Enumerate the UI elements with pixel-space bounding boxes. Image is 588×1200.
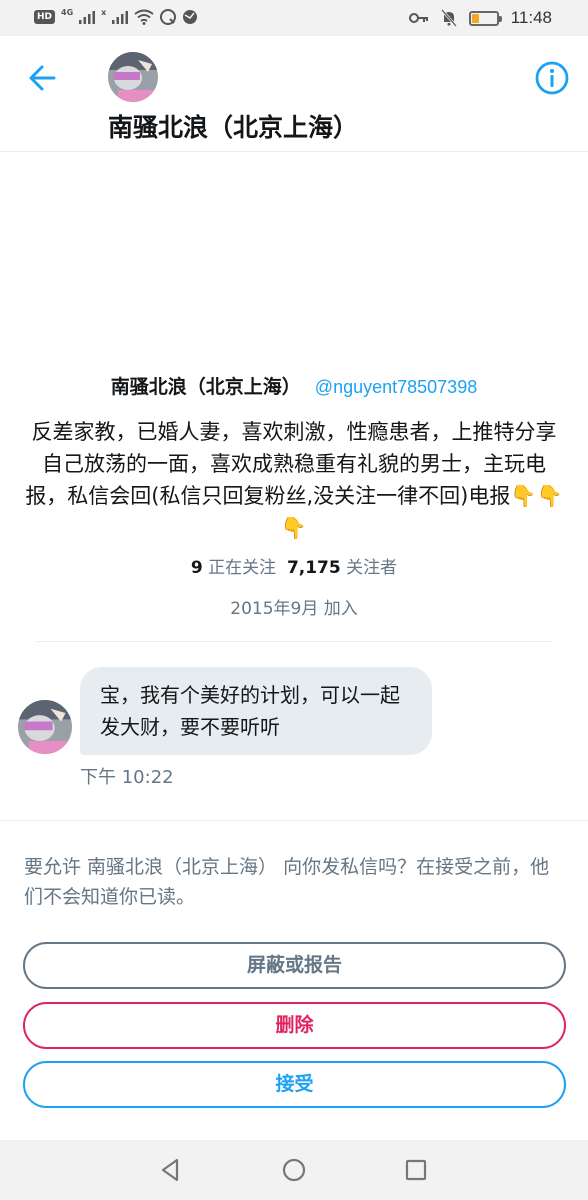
app-notification-icon	[160, 9, 177, 25]
status-right-icons: 11:48	[408, 8, 552, 28]
circle-home-icon[interactable]	[278, 1154, 310, 1186]
message-bubble[interactable]: 宝，我有个美好的计划，可以一起发大财，要不要听听	[80, 667, 432, 755]
profile-handle[interactable]: @nguyent78507398	[315, 377, 477, 397]
info-icon[interactable]	[534, 60, 570, 96]
profile-name[interactable]: 南骚北浪（北京上海）	[111, 376, 301, 398]
square-recents-icon[interactable]	[400, 1154, 432, 1186]
back-arrow-icon[interactable]	[22, 58, 62, 98]
battery-icon	[468, 10, 502, 26]
mute-bell-icon	[440, 9, 457, 27]
accept-button[interactable]: 接受	[23, 1061, 566, 1108]
signal-icon	[79, 11, 96, 24]
followers-link[interactable]: 7,175 关注者	[287, 558, 397, 578]
message-avatar[interactable]	[18, 700, 72, 754]
header-title[interactable]: 南骚北浪（北京上海）	[108, 108, 358, 144]
delete-button[interactable]: 删除	[23, 1002, 566, 1049]
clock: 11:48	[510, 8, 552, 27]
message-timestamp: 下午 10:22	[80, 767, 174, 788]
block-report-button[interactable]: 屏蔽或报告	[23, 942, 566, 989]
header-avatar[interactable]	[108, 52, 158, 102]
followers-label: 关注者	[346, 558, 398, 578]
profile-name-line: 南骚北浪（北京上海） @nguyent78507398	[0, 372, 588, 399]
following-count: 9	[190, 558, 203, 578]
divider	[36, 641, 552, 642]
network-type: 4G	[61, 8, 74, 17]
globe-icon	[183, 10, 198, 24]
battery-fill	[471, 13, 479, 23]
key-icon	[408, 13, 428, 23]
signal-icon-2	[112, 11, 129, 24]
followers-count: 7,175	[286, 558, 341, 578]
status-left-icons: HD 4G x	[34, 9, 198, 25]
wifi-icon	[134, 9, 154, 25]
triangle-back-icon[interactable]	[154, 1154, 186, 1186]
conversation-header: 南骚北浪（北京上海）	[0, 36, 588, 152]
hd-badge: HD	[34, 10, 56, 24]
request-divider	[0, 820, 588, 821]
follow-stats: 9 正在关注 7,175 关注者	[0, 553, 588, 578]
status-bar: HD 4G x 11:48	[0, 0, 588, 36]
following-link[interactable]: 9 正在关注	[191, 558, 276, 578]
following-label: 正在关注	[208, 558, 277, 578]
profile-bio: 反差家教，已婚人妻，喜欢刺激，性瘾患者，上推特分享自己放荡的一面，喜欢成熟稳重有…	[25, 420, 563, 540]
avatar-image	[108, 52, 158, 102]
network-no-service: x	[101, 8, 107, 17]
request-prompt: 要允许 南骚北浪（北京上海） 向你发私信吗？在接受之前，他们不会知道你已读。	[24, 856, 550, 908]
system-nav-bar	[0, 1140, 588, 1200]
joined-date: 2015年9月 加入	[230, 599, 358, 619]
avatar-image	[18, 700, 72, 754]
